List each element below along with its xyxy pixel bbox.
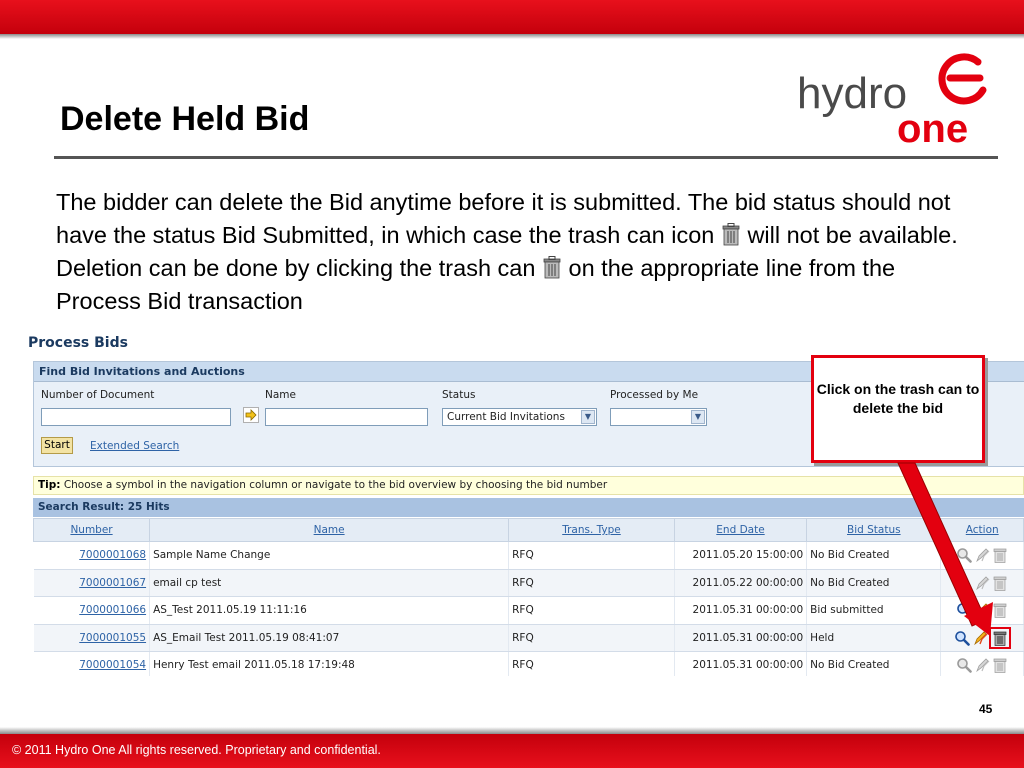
search-result-header: Search Result: 25 Hits [33,498,1024,517]
table-row: 7000001068 Sample Name Change RFQ 2011.0… [33,541,1024,570]
process-bids-title: Process Bids [28,335,128,351]
action-cell [940,596,1024,625]
bid-number-link[interactable]: 7000001055 [79,632,146,644]
column-header-end-date[interactable]: End Date [673,518,808,542]
table-row: 7000001055 AS_Email Test 2011.05.19 08:4… [33,624,1024,652]
edit-pencil-icon [976,658,990,673]
highlighted-trash-button[interactable] [989,626,1012,649]
name-input[interactable] [265,408,428,426]
tip-label: Tip: [38,479,61,491]
trash-can-icon [993,658,1007,674]
page-number: 45 [979,702,993,716]
table-header-row: Number Name Trans. Type End Date Bid Sta… [32,518,1024,542]
column-header-trans-type[interactable]: Trans. Type [508,518,675,542]
trans-type: RFQ [508,624,675,652]
name-label: Name [265,389,296,401]
slide-body-text: The bidder can delete the Bid anytime be… [56,186,986,318]
trash-can-icon [543,256,561,279]
number-label: Number of Document [41,389,155,401]
bid-number-link[interactable]: 7000001067 [79,577,146,589]
trash-can-icon [993,603,1007,619]
bid-status: No Bid Created [806,541,942,570]
column-header-action[interactable]: Action [940,518,1024,542]
table-row: 7000001066 AS_Test 2011.05.19 11:11:16 R… [33,596,1024,625]
magnifier-icon[interactable] [954,630,971,646]
column-header-bid-status[interactable]: Bid Status [806,518,942,542]
document-number-input[interactable] [41,408,231,426]
status-select-value: Current Bid Invitations [447,411,565,423]
trans-type: RFQ [508,541,675,570]
action-cell [940,541,1024,570]
table-row: 7000001067 email cp test RFQ 2011.05.22 … [33,569,1024,597]
bid-name: Henry Test email 2011.05.18 17:19:48 [149,651,510,676]
logo-swirl [938,53,987,105]
end-date: 2011.05.20 15:00:00 [674,541,808,570]
bid-name: Sample Name Change [149,541,510,570]
logo-word-one: one [897,107,968,145]
magnifier-icon[interactable] [956,602,973,619]
top-red-bar [0,0,1024,34]
table-row: 7000001054 Henry Test email 2011.05.18 1… [33,651,1024,676]
bid-number-link[interactable]: 7000001068 [79,549,146,561]
trash-can-icon [722,223,740,246]
footer-copyright: © 2011 Hydro One All rights reserved. Pr… [12,743,381,757]
action-cell [940,624,1024,652]
extended-search-link[interactable]: Extended Search [90,440,179,452]
logo-word-hydro: hydro [797,69,907,118]
processed-by-me-select[interactable]: ▼ [610,408,707,426]
edit-pencil-icon[interactable] [974,602,990,618]
top-bar-shadow [0,34,1024,39]
bid-status: No Bid Created [806,569,942,597]
results-table: Number Name Trans. Type End Date Bid Sta… [32,518,1024,676]
edit-pencil-icon [976,548,990,563]
trans-type: RFQ [508,569,675,597]
chevron-down-icon[interactable]: ▼ [581,410,595,424]
magnifier-icon [957,658,973,674]
footer-shadow [0,727,1024,734]
end-date: 2011.05.22 00:00:00 [674,569,808,597]
tip-text: Choose a symbol in the navigation column… [60,479,608,491]
trans-type: RFQ [508,651,675,676]
column-header-number[interactable]: Number [32,518,151,542]
column-header-name[interactable]: Name [149,518,510,542]
trans-type: RFQ [508,596,675,625]
bid-status: No Bid Created [806,651,942,676]
trash-can-icon [993,548,1007,564]
action-cell [940,651,1024,676]
footer-bar: © 2011 Hydro One All rights reserved. Pr… [0,734,1024,768]
bid-name: AS_Email Test 2011.05.19 08:41:07 [149,624,510,652]
tip-bar: Tip: Choose a symbol in the navigation c… [33,476,1024,495]
slide-title: Delete Held Bid [60,100,310,138]
trash-can-icon [993,576,1007,591]
callout-box: Click on the trash can to delete the bid [811,355,985,463]
title-divider [54,156,998,159]
go-arrow-icon[interactable] [243,407,259,423]
magnifier-icon [957,548,973,564]
hydro-one-logo: hydro one [797,53,987,145]
processed-label: Processed by Me [610,389,699,401]
start-button[interactable]: Start [41,437,73,454]
action-cell [940,569,1024,597]
bid-name: email cp test [149,569,510,597]
status-label: Status [442,389,476,401]
edit-pencil-icon[interactable] [972,630,988,646]
trash-can-icon[interactable] [992,630,1008,646]
bid-status: Held [806,624,942,652]
bid-name: AS_Test 2011.05.19 11:11:16 [149,596,510,625]
bid-number-link[interactable]: 7000001066 [79,604,146,616]
end-date: 2011.05.31 00:00:00 [674,624,808,652]
chevron-down-icon[interactable]: ▼ [691,410,705,424]
end-date: 2011.05.31 00:00:00 [674,651,808,676]
edit-pencil-icon [976,576,990,590]
status-select[interactable]: Current Bid Invitations ▼ [442,408,597,426]
end-date: 2011.05.31 00:00:00 [674,596,808,625]
bid-number-link[interactable]: 7000001054 [79,659,146,671]
magnifier-icon [957,575,973,591]
bid-status: Bid submitted [806,596,942,625]
